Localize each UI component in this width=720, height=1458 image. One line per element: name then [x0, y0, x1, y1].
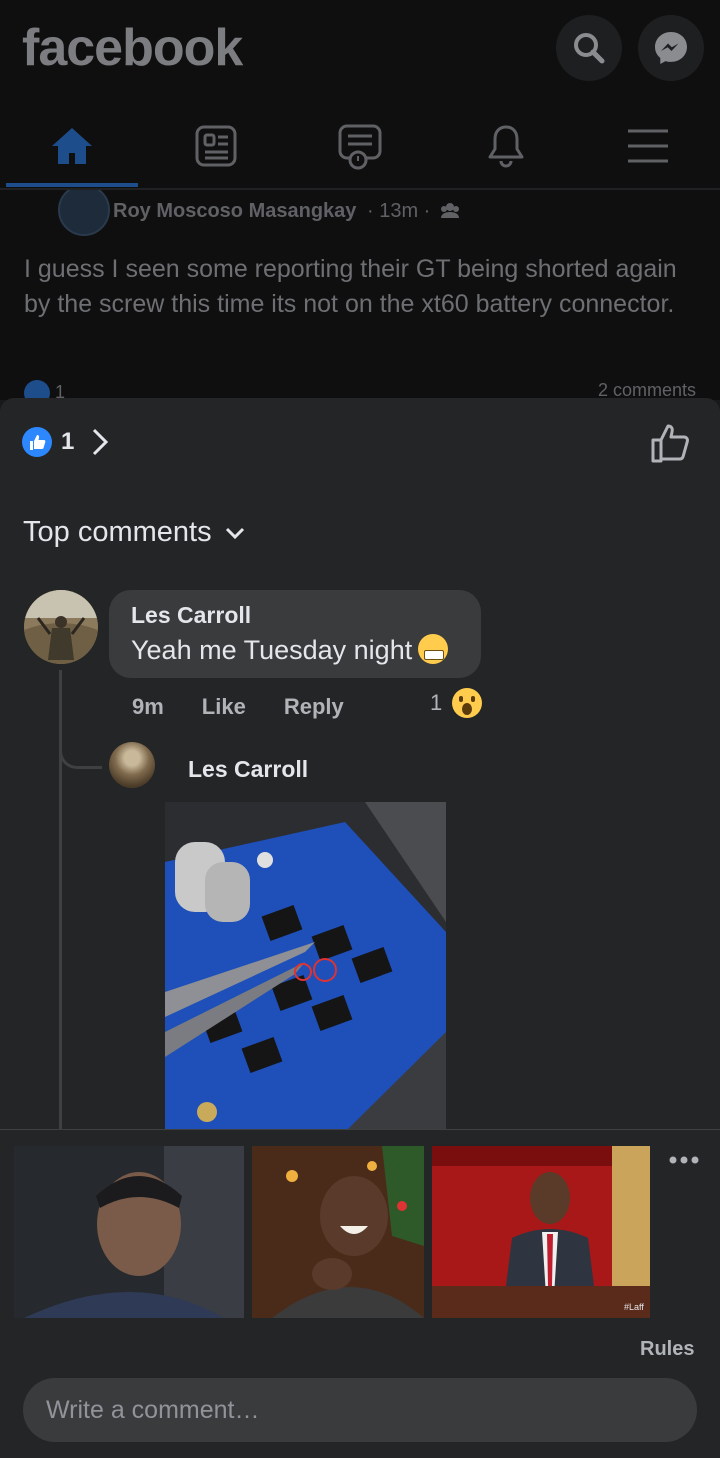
- reply-photo[interactable]: [165, 802, 446, 1132]
- comment-reply-button[interactable]: Reply: [284, 694, 344, 720]
- gif-thumbnail: [14, 1146, 244, 1318]
- post-comment-count[interactable]: 2 comments: [598, 380, 696, 400]
- comment-like-button[interactable]: Like: [202, 694, 246, 720]
- comment-author[interactable]: Les Carroll: [131, 602, 251, 629]
- post-time: · 13m ·: [367, 200, 431, 222]
- gif-option[interactable]: [14, 1146, 244, 1318]
- gif-option[interactable]: #Laff: [432, 1146, 650, 1318]
- tab-home[interactable]: [6, 104, 138, 188]
- more-options-icon[interactable]: [669, 1154, 699, 1166]
- thumbs-up-icon[interactable]: [650, 422, 692, 464]
- active-tab-indicator: [6, 183, 138, 187]
- reply-avatar[interactable]: [109, 742, 155, 788]
- search-icon: [574, 33, 605, 64]
- top-comments-label: Top comments: [23, 516, 212, 548]
- post-meta: · 13m ·: [367, 200, 460, 223]
- avatar-photo: [24, 590, 98, 664]
- reactions-summary[interactable]: 1: [22, 420, 110, 464]
- comment-input[interactable]: [23, 1394, 668, 1426]
- app-bar: facebook: [0, 0, 720, 190]
- gif-thumbnail: [252, 1146, 424, 1318]
- facebook-logo[interactable]: facebook: [22, 18, 243, 78]
- comment-time: 9m: [132, 694, 164, 719]
- comments-sheet: 1 Top comments Les Carroll Yeah me Tuesd…: [0, 398, 720, 1458]
- like-reaction-icon: [22, 427, 52, 457]
- group-privacy-icon: [440, 203, 459, 218]
- news-icon: [195, 125, 237, 167]
- post-text: I guess I seen some reporting their GT b…: [24, 255, 677, 318]
- tab-menu[interactable]: [582, 104, 714, 188]
- reaction-count: 1: [61, 428, 75, 455]
- grimacing-emoji-icon: [418, 634, 449, 664]
- tab-notifications[interactable]: [440, 104, 572, 188]
- gif-option[interactable]: [252, 1146, 424, 1318]
- gif-thumbnail: #Laff: [432, 1146, 650, 1318]
- thread-connector: [59, 728, 102, 769]
- tab-watch[interactable]: [294, 104, 426, 188]
- comment-input-box[interactable]: [23, 1378, 697, 1442]
- post-author-avatar: [58, 190, 110, 236]
- home-icon: [52, 128, 92, 164]
- rules-link[interactable]: Rules: [640, 1338, 694, 1361]
- gif-watermark: #Laff: [624, 1302, 644, 1312]
- comment-actions: 9m Like Reply: [132, 692, 382, 722]
- messenger-button[interactable]: [638, 15, 704, 81]
- comment-bubble[interactable]: Les Carroll Yeah me Tuesday night: [109, 590, 481, 678]
- comment-reaction-count[interactable]: 1: [430, 690, 442, 716]
- like-icon: [24, 380, 50, 400]
- comment-text-line: Yeah me Tuesday night: [131, 634, 449, 666]
- bell-icon: [488, 125, 524, 168]
- comment-text: Yeah me Tuesday night: [131, 635, 413, 665]
- watch-icon: [338, 124, 382, 170]
- reply-author[interactable]: Les Carroll: [188, 756, 308, 783]
- nav-tabs: [0, 104, 720, 188]
- tab-news[interactable]: [149, 104, 281, 188]
- circuit-board-image: [165, 802, 446, 1132]
- top-comments-filter[interactable]: Top comments: [23, 516, 246, 549]
- chevron-right-icon: [93, 428, 109, 456]
- post-author-name[interactable]: Roy Moscoso Masangkay: [113, 200, 356, 223]
- feed-post: Roy Moscoso Masangkay · 13m · I guess I …: [0, 190, 720, 400]
- gif-tray: #Laff Rules: [0, 1129, 720, 1458]
- post-like-count[interactable]: 1: [24, 380, 65, 400]
- search-button[interactable]: [556, 15, 622, 81]
- commenter-avatar[interactable]: [24, 590, 98, 664]
- wow-reaction-icon[interactable]: [452, 688, 482, 718]
- chevron-down-icon: [225, 527, 244, 539]
- menu-icon: [628, 129, 668, 163]
- messenger-icon: [655, 32, 687, 64]
